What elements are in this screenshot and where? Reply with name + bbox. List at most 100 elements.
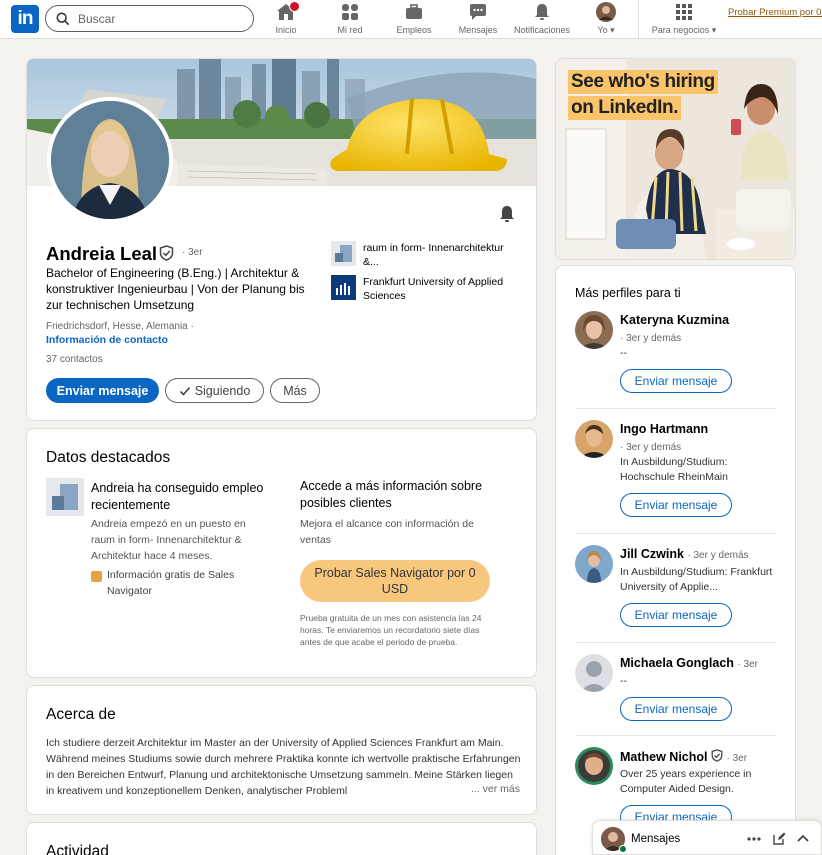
profile-avatar[interactable] [47,97,173,223]
about-card: Acerca de Ich studiere derzeit Architekt… [26,685,537,815]
online-status-icon [619,845,627,853]
avatar-icon [575,311,613,349]
highlights-card: Datos destacados Andreia ha conseguido e… [26,428,537,678]
person-name[interactable]: Kateryna Kuzmina [620,313,729,327]
activity-card: Actividad [26,822,537,855]
person-name-row: Jill Czwink · 3er y demás [620,547,749,561]
company-logo-icon [331,241,356,266]
send-message-button[interactable]: Enviar mensaje [620,369,732,393]
nav-business[interactable]: Para negocios ▾ [648,2,720,38]
university-logo-icon [331,275,356,300]
person-headline: In Ausbildung/Studium: Hochschule RheinM… [620,456,728,483]
about-text: Ich studiere derzeit Architektur im Mast… [46,737,521,797]
see-more-link[interactable]: ... ver más [467,783,521,795]
nav-jobs[interactable]: Empleos [394,2,434,38]
nav-me[interactable]: Yo ▾ [590,2,622,38]
trial-note: Prueba gratuita de un mes con asistencia… [300,613,482,647]
current-company[interactable]: raum in form- Innenarchitektur &... [331,241,511,269]
company-name: raum in form- Innenarchitektur &... [363,242,504,268]
list-item: Ingo Hartmann · 3er y demás In Ausbildun… [575,420,780,520]
access-desc: Mejora el alcance con información de ven… [300,518,474,546]
person-headline: Over 25 years experience in Computer Aid… [620,768,752,795]
sales-navigator-info[interactable]: Información gratis de Sales Navigator [91,567,271,599]
nav-messaging-label: Mensajes [458,25,498,35]
activity-title: Actividad [46,843,109,855]
send-message-button[interactable]: Enviar mensaje [620,697,732,721]
profile-location: Friedrichsdorf, Hesse, Alemania · [46,321,194,332]
list-item: Kateryna Kuzmina · 3er y demás -- Enviar… [575,311,780,396]
contact-info-link[interactable]: Información de contacto [46,334,168,346]
nav-business-label: Para negocios ▾ [651,25,717,35]
check-icon [179,386,190,396]
notification-badge [289,1,300,12]
more-options-icon[interactable] [747,837,761,841]
try-sales-navigator-button[interactable]: Probar Sales Navigator por 0 USD [300,560,490,602]
person-degree: · 3er y demás [687,550,749,561]
divider [575,735,777,736]
send-message-button[interactable]: Enviar mensaje [620,603,732,627]
school-name: Frankfurt University of Applied Sciences [363,276,504,302]
send-message-button[interactable]: Enviar mensaje [46,378,159,403]
person-name-row: Michaela Gonglach · 3er [620,656,758,670]
sales-navigator-link: Información gratis de Sales Navigator [107,569,235,597]
hiring-ad[interactable]: See who's hiring on LinkedIn. [555,58,796,260]
top-nav: in Inicio Mi red Empleos Mensajes Notifi… [0,0,822,39]
person-degree: · 3er [726,753,748,764]
new-job-title[interactable]: Andreia ha conseguido empleo recientemen… [91,480,271,514]
nav-network[interactable]: Mi red [333,2,367,38]
linkedin-logo-icon[interactable]: in [11,5,39,33]
person-degree: · 3er y demás [620,442,682,453]
person-headline: -- [620,675,627,687]
nav-divider [638,0,639,39]
pymk-card: Más perfiles para ti Kateryna Kuzmina · … [555,265,796,855]
nav-notifications[interactable]: Notificaciones [510,2,574,38]
premium-link[interactable]: Probar Premium por 0 USD [728,6,822,20]
divider [575,642,777,643]
person-name[interactable]: Michaela Gonglach [620,656,734,670]
new-job-desc: Andreia empezó en un puesto en raum in f… [91,518,246,562]
send-message-button[interactable]: Enviar mensaje [620,493,732,517]
person-name-row: Mathew Nichol · 3er [620,749,747,764]
person-avatar[interactable] [575,311,613,349]
nav-home-label: Inicio [275,25,297,35]
search-box[interactable] [45,5,254,32]
user-avatar-icon [596,2,616,22]
nav-messaging[interactable]: Mensajes [456,2,500,38]
person-degree: · 3er y demás [620,333,682,344]
person-name[interactable]: Ingo Hartmann [620,422,708,436]
messaging-bar[interactable]: Mensajes [592,820,822,855]
profile-card: Andreia Leal · 3er Bachelor of Engineeri… [26,58,537,421]
compose-icon[interactable] [773,832,786,845]
person-avatar[interactable] [575,654,613,692]
profile-photo-icon [51,101,169,219]
person-name[interactable]: Mathew Nichol [620,750,708,764]
nav-jobs-label: Empleos [396,25,432,35]
bell-icon [535,4,549,20]
about-title: Acerca de [46,706,116,723]
briefcase-icon [406,4,422,19]
avatar-icon [575,420,613,458]
following-label: Siguiendo [194,383,251,398]
grid-icon [676,4,692,20]
search-input[interactable] [78,10,243,28]
more-button[interactable]: Más [270,378,320,403]
pymk-title: Más perfiles para ti [575,286,681,300]
company-logo-icon [46,478,84,516]
verified-shield-icon [159,245,174,261]
highlights-title: Datos destacados [46,449,171,466]
education-school[interactable]: Frankfurt University of Applied Sciences [331,275,511,303]
avatar-icon [575,747,613,785]
person-headline: -- [620,347,627,359]
messaging-label: Mensajes [631,833,681,845]
person-degree: · 3er [737,659,758,670]
avatar-icon [575,545,613,583]
person-avatar[interactable] [575,545,613,583]
default-avatar-icon [575,654,613,692]
following-button[interactable]: Siguiendo [165,378,264,403]
person-avatar[interactable] [575,420,613,458]
nav-home[interactable]: Inicio [270,1,302,38]
person-avatar[interactable] [575,747,613,785]
person-name[interactable]: Jill Czwink [620,547,684,561]
chevron-up-icon[interactable] [797,834,809,842]
notify-bell-icon[interactable] [498,205,516,223]
